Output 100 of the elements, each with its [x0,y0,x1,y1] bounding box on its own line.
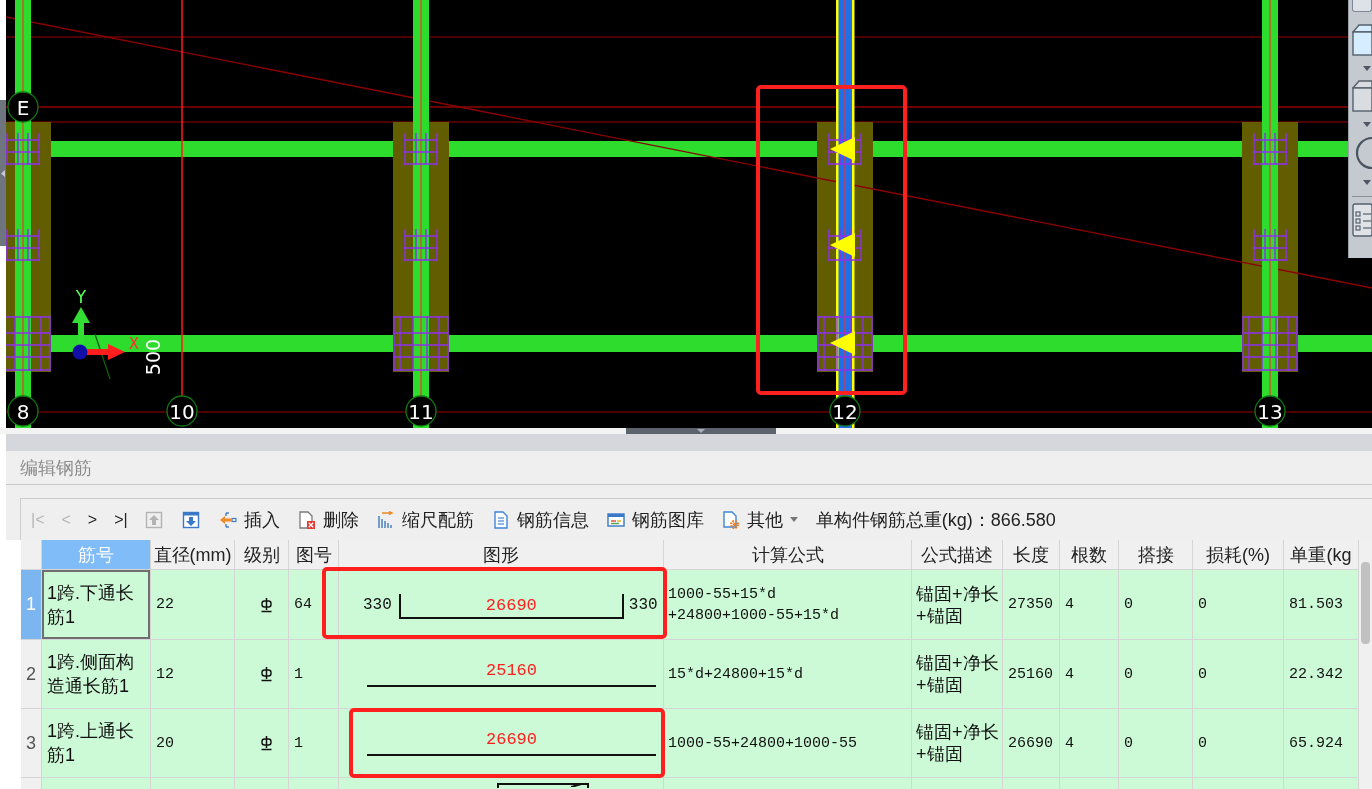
bar-length: 25160 [486,661,537,680]
collapse-handle[interactable] [0,100,6,246]
table-cell: 0 [1119,570,1193,640]
table-cell: 26690 [1003,709,1060,778]
bar-length: 26690 [485,596,537,615]
bar-end-length: 330 [363,595,392,614]
table-cell: 15*d+24800+15*d [664,640,912,709]
column-header[interactable]: 公式描述 [912,540,1003,570]
table-cell: 22 [151,570,235,640]
row-header[interactable]: 2 [21,640,42,709]
table-cell: 1跨.下通长筋1 [42,570,151,640]
table-cell: 4 [1060,640,1119,709]
rebar-mark [1242,315,1298,372]
delete-document-icon [297,510,316,529]
axis-bubble: 13 [1254,395,1286,427]
splitter-handle[interactable] [626,428,776,434]
table-cell: 0 [1119,640,1193,709]
column-header[interactable]: 直径(mm) [151,540,235,570]
table-cell: 20 [151,709,235,778]
library-button[interactable]: 钢筋图库 [606,507,704,532]
column-header[interactable]: 单重(kg [1284,540,1359,570]
nav-button[interactable]: >| [114,510,128,529]
column-header[interactable]: 根数 [1060,540,1119,570]
rebar-grade-icon [260,735,273,751]
axis-bubble: 12 [829,395,861,427]
axis-bubble: E [7,91,39,123]
table-cell: 64 [289,570,339,640]
insert-arrow-icon [218,510,237,529]
rebar-mark [6,228,41,262]
caret-icon[interactable] [1363,180,1371,185]
list-icon[interactable] [1352,203,1372,237]
document-icon [491,510,510,529]
table-cell: 65.924 [1284,709,1359,778]
column-header[interactable]: 长度 [1003,540,1060,570]
cube-icon[interactable] [1352,80,1372,112]
table-cell: 1 [289,640,339,709]
panel-title: 编辑钢筋 [20,456,92,480]
move-down-button[interactable] [181,510,200,529]
rebar-mark [1252,228,1288,262]
table-cell: 1000-55+24800+1000-55 [664,709,912,778]
delete-button[interactable]: 删除 [297,507,359,532]
axis-label: X [128,335,140,353]
rebar-grade-icon [260,596,273,613]
column-header[interactable]: 级别 [235,540,289,570]
rebar-mark [827,132,863,166]
axis-label: Y [75,287,87,307]
coordinate-axes-icon [72,307,125,380]
table-cell: 锚固+净长+锚固 [912,570,1003,640]
rebar-mark [393,315,449,372]
rebar-grade-icon [260,666,273,682]
scale-button[interactable]: 缩尺配筋 [376,507,474,532]
rebar-mark [6,315,51,372]
column-header[interactable]: 损耗(%) [1193,540,1284,570]
caret-icon[interactable] [1363,66,1371,71]
table-cell: 0 [1119,709,1193,778]
axis-bubble: 10 [166,395,198,427]
cube-icon[interactable] [1352,24,1372,56]
nav-button[interactable]: > [87,510,98,529]
table-cell: 1跨.上通长筋1 [42,709,151,778]
rebar-mark [817,315,873,372]
column-header[interactable]: 搭接 [1119,540,1193,570]
bar-chart-icon [376,510,395,529]
table-cell: 81.503 [1284,570,1359,640]
table-cell: 0 [1193,640,1284,709]
table-cell: 4 [1060,570,1119,640]
insert-button[interactable]: 插入 [218,507,280,532]
scale-label: 500 [142,338,164,376]
scrollbar-thumb[interactable] [1361,562,1370,644]
axis-bubble: 8 [7,395,39,427]
column-header[interactable]: 计算公式 [664,540,912,570]
scrollbar-track[interactable] [1359,540,1372,789]
table-cell: 0 [1193,709,1284,778]
table-cell: 27350 [1003,570,1060,640]
table-cell: 锚固+净长+锚固 [912,709,1003,778]
caret-icon[interactable] [1363,122,1371,127]
axis-bubble: 11 [405,395,437,427]
table-cell: 1 [289,709,339,778]
bar-length: 26690 [486,730,537,749]
table-cell: 0 [1193,570,1284,640]
rebar-mark [403,132,439,166]
table-cell: 4 [1060,709,1119,778]
bar-end-length: 330 [628,595,658,614]
toolbar-button[interactable] [1352,0,1372,12]
table-cell: 1000-55+15*d +24800+1000-55+15*d [664,570,912,640]
table-cell: 锚固+净长+锚固 [912,640,1003,709]
window-icon [606,510,625,529]
rebar-mark [6,132,41,166]
info-button[interactable]: 钢筋信息 [491,507,589,532]
rebar-mark [1252,132,1288,166]
table-cell: 22.342 [1284,640,1359,709]
rebar-mark [827,228,863,262]
column-header[interactable]: 图形 [339,540,664,570]
column-header[interactable]: 图号 [289,540,339,570]
total-weight-label: 单构件钢筋总重(kg)：866.580 [815,508,1056,532]
table-cell: 25160 [1003,640,1060,709]
rebar-mark [403,228,439,262]
gear-document-icon [721,510,740,529]
row-header[interactable]: 3 [21,709,42,778]
table-cell: 1跨.侧面构造通长筋1 [42,640,151,709]
other-button[interactable]: 其他 [721,507,798,532]
